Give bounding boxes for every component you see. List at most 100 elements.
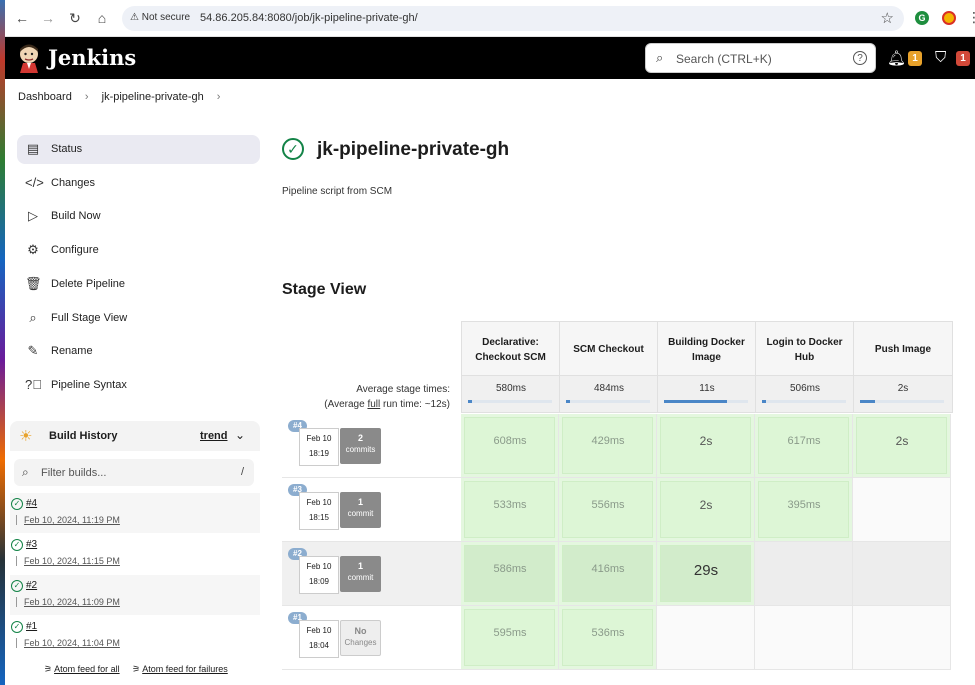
stage-cell[interactable]: 429ms bbox=[559, 414, 657, 478]
build-number-link[interactable]: #1 bbox=[26, 621, 37, 632]
build-number-link[interactable]: #2 bbox=[26, 580, 37, 591]
build-history-header: ☀ Build History trend ⌄ bbox=[10, 421, 260, 451]
security-badge[interactable]: 1 bbox=[956, 51, 970, 66]
build-date-link[interactable]: Feb 10, 2024, 11:15 PM bbox=[24, 556, 120, 566]
chevron-down-icon[interactable]: ⌄ bbox=[235, 428, 245, 442]
sidebar-item-configure[interactable]: ⚙ Configure bbox=[17, 236, 260, 265]
avg-time-bar-track bbox=[566, 400, 650, 403]
avg-stage-time-value: 484ms bbox=[593, 383, 624, 394]
stage-run-info[interactable]: #1 Feb 10 18:04 No Changes bbox=[282, 606, 461, 670]
atom-feed-failures-link[interactable]: Atom feed for failures bbox=[142, 664, 228, 674]
extension-icon[interactable] bbox=[942, 11, 956, 25]
trend-link[interactable]: trend bbox=[200, 430, 228, 442]
sidebar-item-changes[interactable]: </> Changes bbox=[17, 169, 260, 198]
sidebar-item-rename[interactable]: ✎ Rename bbox=[17, 337, 260, 366]
play-icon: ▷ bbox=[28, 208, 38, 223]
filter-builds-input[interactable]: ⌕ Filter builds... / bbox=[14, 459, 254, 486]
avg-full-link[interactable]: full bbox=[367, 399, 380, 410]
stage-cell[interactable]: 586ms bbox=[461, 542, 559, 606]
run-date: Feb 10 bbox=[306, 626, 332, 635]
security-shield-icon[interactable]: ⛉ bbox=[935, 49, 946, 66]
stage-cell[interactable]: 2s bbox=[853, 414, 951, 478]
stage-cell bbox=[755, 542, 853, 606]
search-box[interactable]: ⌕ Search (CTRL+K) ? bbox=[645, 43, 876, 73]
build-row[interactable]: ✓ #1 Feb 10, 2024, 11:04 PM bbox=[10, 616, 260, 656]
stage-duration: 586ms bbox=[493, 563, 527, 575]
stage-cell[interactable]: 595ms bbox=[461, 606, 559, 670]
stage-header: Login to Docker Hub bbox=[756, 322, 854, 377]
avg-full-line: (Average full run time: ~12s) bbox=[300, 397, 450, 412]
sidebar-item-status[interactable]: ▤ Status bbox=[17, 135, 260, 164]
stage-duration: 416ms bbox=[591, 563, 625, 575]
sidebar-item-full-stage-view[interactable]: ⌕ Full Stage View bbox=[17, 304, 260, 333]
build-number-link[interactable]: #3 bbox=[26, 539, 37, 550]
stage-run-info[interactable]: #3 Feb 10 18:15 1 commit bbox=[282, 478, 461, 542]
atom-feed-all-link[interactable]: Atom feed for all bbox=[54, 664, 120, 674]
build-row[interactable]: ✓ #3 Feb 10, 2024, 11:15 PM bbox=[10, 534, 260, 574]
run-commits-box[interactable]: 1 commit bbox=[340, 492, 381, 528]
stage-cell[interactable]: 533ms bbox=[461, 478, 559, 542]
forward-arrow-icon[interactable]: → bbox=[39, 9, 57, 27]
browser-menu-icon[interactable]: ⋮ bbox=[967, 9, 975, 26]
run-date-box: Feb 10 18:09 bbox=[299, 556, 339, 594]
stage-cell[interactable]: 556ms bbox=[559, 478, 657, 542]
build-number-link[interactable]: #4 bbox=[26, 498, 37, 509]
stage-cell[interactable]: 395ms bbox=[755, 478, 853, 542]
build-date-link[interactable]: Feb 10, 2024, 11:19 PM bbox=[24, 515, 120, 525]
run-commits-box[interactable]: No Changes bbox=[340, 620, 381, 656]
url-text[interactable]: 54.86.205.84:8080/job/jk-pipeline-privat… bbox=[200, 12, 418, 24]
run-commits-box[interactable]: 2 commits bbox=[340, 428, 381, 464]
build-date-link[interactable]: Feb 10, 2024, 11:04 PM bbox=[24, 638, 120, 648]
avg-stage-time-cell: 484ms bbox=[560, 376, 658, 413]
grammarly-extension-icon[interactable]: G bbox=[915, 11, 929, 25]
stage-header: SCM Checkout bbox=[560, 322, 658, 377]
build-date-link[interactable]: Feb 10, 2024, 11:09 PM bbox=[24, 597, 120, 607]
stage-cell bbox=[853, 606, 951, 670]
avg-stage-time-cell: 11s bbox=[658, 376, 756, 413]
stage-cell[interactable]: 608ms bbox=[461, 414, 559, 478]
jenkins-butler-logo-icon[interactable] bbox=[17, 43, 41, 73]
stage-duration: 29s bbox=[693, 562, 719, 579]
stage-duration: 429ms bbox=[591, 435, 625, 447]
sidebar-item-label: Delete Pipeline bbox=[51, 278, 125, 290]
notifications-badge[interactable]: 1 bbox=[908, 51, 922, 66]
avg-stage-time-value: 11s bbox=[699, 383, 715, 394]
run-date-box: Feb 10 18:04 bbox=[299, 620, 339, 658]
breadcrumb: Dashboard › jk-pipeline-private-gh › bbox=[18, 91, 230, 103]
stage-cell[interactable]: 2s bbox=[657, 478, 755, 542]
stage-run-info[interactable]: #4 Feb 10 18:19 2 commits bbox=[282, 414, 461, 478]
stage-cell[interactable]: 29s bbox=[657, 542, 755, 606]
stage-run-info[interactable]: #2 Feb 10 18:09 1 commit bbox=[282, 542, 461, 606]
build-row[interactable]: ✓ #2 Feb 10, 2024, 11:09 PM bbox=[10, 575, 260, 615]
avg-time-bar-fill bbox=[468, 400, 473, 403]
not-secure-indicator[interactable]: ⚠ Not secure bbox=[130, 12, 190, 23]
breadcrumb-dashboard[interactable]: Dashboard bbox=[18, 91, 72, 103]
sidebar-item-pipeline-syntax[interactable]: ?⃝ Pipeline Syntax bbox=[17, 371, 260, 400]
commits-count: No bbox=[354, 626, 367, 636]
breadcrumb-job[interactable]: jk-pipeline-private-gh bbox=[102, 91, 204, 103]
build-row[interactable]: ✓ #4 Feb 10, 2024, 11:19 PM bbox=[10, 493, 260, 533]
stage-cell[interactable]: 617ms bbox=[755, 414, 853, 478]
success-check-icon: ✓ bbox=[11, 580, 23, 592]
address-bar[interactable]: ⚠ Not secure 54.86.205.84:8080/job/jk-pi… bbox=[122, 6, 904, 31]
stage-cell[interactable]: 536ms bbox=[559, 606, 657, 670]
avg-stage-time-cell: 580ms bbox=[462, 376, 560, 413]
home-icon[interactable]: ⌂ bbox=[93, 9, 111, 27]
sidebar-item-delete-pipeline[interactable]: 🗑︎ Delete Pipeline bbox=[17, 270, 260, 299]
jenkins-logo-text[interactable]: Jenkins bbox=[48, 45, 136, 70]
back-arrow-icon[interactable]: ← bbox=[13, 9, 31, 27]
jenkins-header: Jenkins ⌕ Search (CTRL+K) ? 🔔︎ 1 ⛉ 1 bbox=[5, 37, 975, 79]
reload-icon[interactable]: ↻ bbox=[66, 9, 84, 27]
bookmark-star-icon[interactable]: ☆ bbox=[881, 9, 894, 27]
run-time: 18:15 bbox=[308, 513, 330, 522]
run-commits-box[interactable]: 1 commit bbox=[340, 556, 381, 592]
avg-time-bar-track bbox=[664, 400, 748, 403]
sidebar-item-build-now[interactable]: ▷ Build Now bbox=[17, 202, 260, 231]
notifications-bell-icon[interactable]: 🔔︎ bbox=[887, 49, 906, 67]
avg-stage-time-value: 580ms bbox=[495, 383, 526, 394]
stage-cell[interactable]: 2s bbox=[657, 414, 755, 478]
stage-cell[interactable]: 416ms bbox=[559, 542, 657, 606]
avg-stage-time-cell: 2s bbox=[854, 376, 952, 413]
breadcrumb-dropdown-icon[interactable]: › bbox=[217, 91, 221, 103]
search-help-icon[interactable]: ? bbox=[853, 51, 867, 65]
